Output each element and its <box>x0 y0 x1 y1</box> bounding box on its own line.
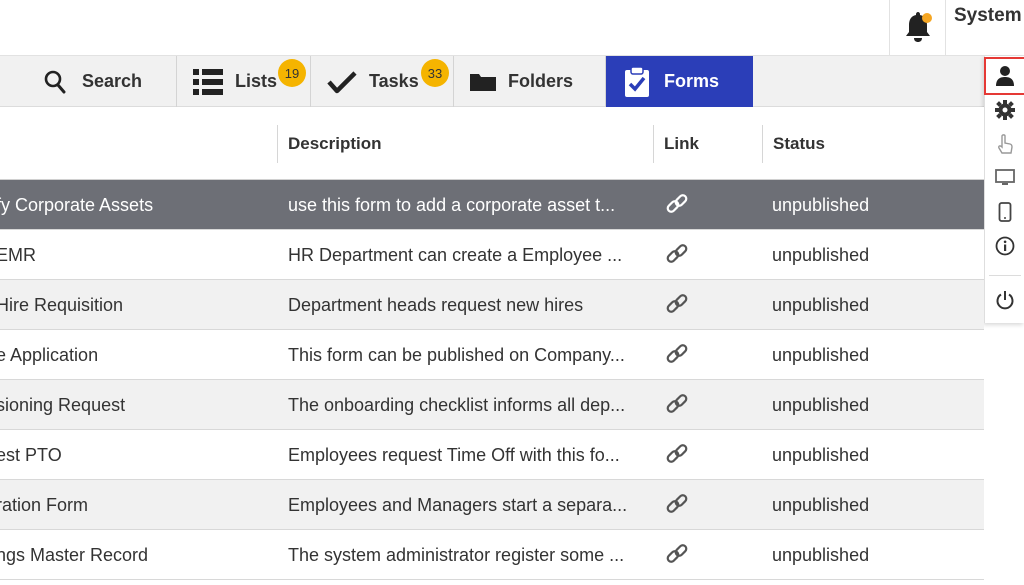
form-name-cell: sioning Request <box>0 394 126 415</box>
form-link-cell[interactable] <box>664 180 694 230</box>
form-description-cell: Department heads request new hires <box>288 294 584 315</box>
form-status-cell: unpublished <box>772 344 870 365</box>
form-name-cell: ngs Master Record <box>0 544 149 565</box>
forms-table: Description Link Status fy Corporate Ass… <box>0 107 984 580</box>
link-icon <box>666 294 688 313</box>
logout-button[interactable] <box>985 283 1024 317</box>
link-icon <box>666 344 688 363</box>
tab-folders[interactable]: Folders <box>454 56 606 107</box>
search-icon <box>44 70 66 93</box>
form-description-cell: use this form to add a corporate asset t… <box>288 194 616 215</box>
form-link-cell[interactable] <box>664 480 694 530</box>
table-header: Description Link Status <box>0 107 984 180</box>
form-link-cell[interactable] <box>664 330 694 380</box>
desktop-view-button[interactable] <box>985 161 1024 195</box>
tab-bar: Search Lists 19 Tasks 33 Folders Forms <box>0 56 984 107</box>
link-icon <box>666 244 688 263</box>
form-name-cell: fy Corporate Assets <box>0 194 154 215</box>
table-row[interactable]: e Application This form can be published… <box>0 330 984 380</box>
gear-icon <box>995 100 1015 120</box>
user-icon <box>996 66 1014 86</box>
folder-icon <box>470 73 496 91</box>
tab-search-label: Search <box>82 71 143 91</box>
tab-forms-label: Forms <box>664 71 720 91</box>
info-icon <box>995 236 1015 256</box>
form-link-cell[interactable] <box>664 230 694 280</box>
form-status-cell: unpublished <box>772 444 870 465</box>
form-link-cell[interactable] <box>664 280 694 330</box>
rail-divider <box>989 275 1021 276</box>
table-row[interactable]: EMR HR Department can create a Employee … <box>0 230 984 280</box>
table-row[interactable]: sioning Request The onboarding checklist… <box>0 380 984 430</box>
touch-mode-button[interactable] <box>985 127 1024 161</box>
tab-tasks-label: Tasks <box>369 71 419 91</box>
link-icon <box>666 194 688 213</box>
form-description-cell: The system administrator register some .… <box>288 544 625 565</box>
tab-search[interactable]: Search <box>0 56 177 107</box>
table-row[interactable]: ration Form Employees and Managers start… <box>0 480 984 530</box>
form-name-cell: Hire Requisition <box>0 294 124 315</box>
list-icon <box>193 68 223 95</box>
monitor-icon <box>995 169 1015 185</box>
link-icon <box>666 544 688 563</box>
right-toolbar <box>984 56 1024 323</box>
form-name-cell: est PTO <box>0 444 62 465</box>
form-link-cell[interactable] <box>664 530 694 580</box>
column-header-description[interactable]: Description <box>277 125 653 163</box>
link-icon <box>666 394 688 413</box>
link-icon <box>666 444 688 463</box>
form-status-cell: unpublished <box>772 294 870 315</box>
tasks-count-badge: 33 <box>421 59 449 87</box>
form-description-cell: The onboarding checklist informs all dep… <box>288 394 626 415</box>
form-status-cell: unpublished <box>772 394 870 415</box>
mobile-view-button[interactable] <box>985 195 1024 229</box>
tab-lists-label: Lists <box>235 71 278 91</box>
lists-count-badge: 19 <box>278 59 306 87</box>
form-description-cell: Employees and Managers start a separa... <box>288 494 628 515</box>
column-header-status[interactable]: Status <box>762 125 984 163</box>
tab-lists[interactable]: Lists 19 <box>177 56 311 107</box>
form-link-cell[interactable] <box>664 430 694 480</box>
table-row[interactable]: ngs Master Record The system administrat… <box>0 530 984 580</box>
form-description-cell: This form can be published on Company... <box>288 344 625 365</box>
touch-icon <box>998 134 1013 154</box>
form-name-cell: EMR <box>0 244 36 265</box>
notification-dot <box>922 13 932 23</box>
form-name-cell: e Application <box>0 344 99 365</box>
form-description-cell: HR Department can create a Employee ... <box>288 244 623 265</box>
mobile-icon <box>998 202 1012 222</box>
check-icon <box>327 70 357 93</box>
form-link-cell[interactable] <box>664 380 694 430</box>
column-header-link[interactable]: Link <box>653 125 762 163</box>
link-icon <box>666 494 688 513</box>
table-row[interactable]: fy Corporate Assets use this form to add… <box>0 180 984 230</box>
form-description-cell: Employees request Time Off with this fo.… <box>288 444 620 465</box>
user-profile-button[interactable] <box>984 57 1024 95</box>
form-status-cell: unpublished <box>772 544 870 565</box>
form-name-cell: ration Form <box>0 494 89 515</box>
top-bar: System <box>0 0 1024 56</box>
tab-folders-label: Folders <box>508 71 574 91</box>
about-button[interactable] <box>985 229 1024 263</box>
user-name[interactable]: System <box>954 5 1022 27</box>
form-status-cell: unpublished <box>772 194 870 215</box>
tab-tasks[interactable]: Tasks 33 <box>311 56 454 107</box>
power-icon <box>996 291 1014 310</box>
table-row[interactable]: Hire Requisition Department heads reques… <box>0 280 984 330</box>
tab-forms[interactable]: Forms <box>606 56 753 107</box>
notifications-button[interactable] <box>889 0 946 56</box>
table-row[interactable]: est PTO Employees request Time Off with … <box>0 430 984 480</box>
form-status-cell: unpublished <box>772 494 870 515</box>
form-status-cell: unpublished <box>772 244 870 265</box>
form-clipboard-icon <box>625 65 649 97</box>
settings-button[interactable] <box>985 93 1024 127</box>
